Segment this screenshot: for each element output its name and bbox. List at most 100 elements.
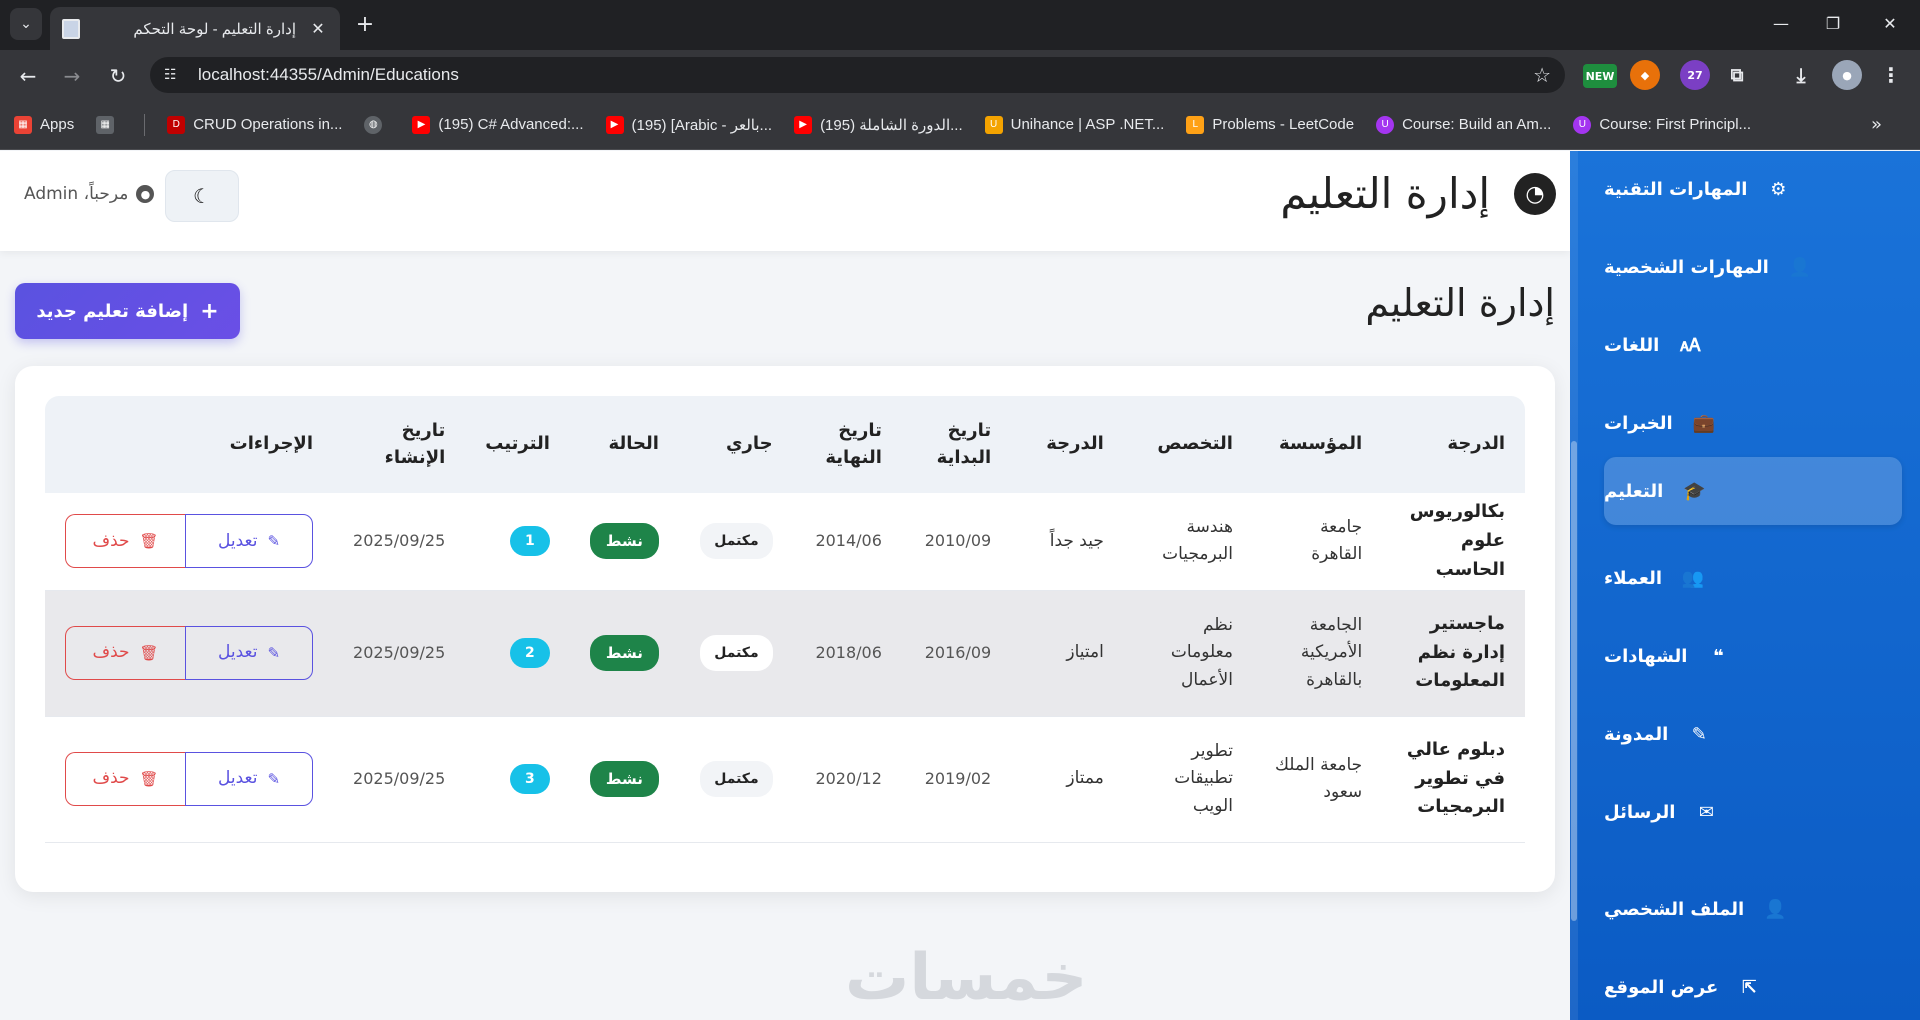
column-header: الترتيب — [465, 396, 570, 493]
page-title: إدارة التعليم — [1365, 281, 1555, 325]
moon-icon: ☾ — [193, 184, 211, 208]
forward-button[interactable]: → — [58, 62, 86, 90]
row-actions: ✎ تعديل 🗑 حذف — [65, 514, 313, 569]
cell-created-date: 2025/09/25 — [333, 590, 466, 717]
edit-button[interactable]: ✎ تعديل — [185, 752, 313, 806]
minimize-button[interactable]: — — [1766, 10, 1796, 38]
restore-button[interactable]: ❐ — [1818, 10, 1848, 38]
theme-toggle-button[interactable]: ☾ — [165, 170, 239, 222]
cell-ongoing: مكتمل — [678, 493, 793, 591]
address-bar[interactable]: ☷ localhost:44355/Admin/Educations ☆ — [150, 57, 1565, 93]
bookmark-yt-2[interactable]: ▶ (195) [Arabic - بالعر... — [605, 115, 772, 134]
bookmark-star-icon[interactable]: ☆ — [1533, 63, 1551, 87]
gears-icon: ⚙ — [1770, 178, 1787, 200]
browser-menu-icon[interactable]: ⋮ — [1876, 60, 1906, 90]
new-tab-button[interactable]: + — [352, 12, 378, 38]
ongoing-badge: مكتمل — [700, 760, 773, 798]
column-header: تاريخ النهاية — [792, 396, 902, 493]
cell-order: 3 — [465, 716, 570, 843]
bookmark-leetcode[interactable]: L Problems - LeetCode — [1186, 115, 1354, 134]
cell-created-date: 2025/09/25 — [333, 493, 466, 591]
sidebar-item-languages[interactable]: 🗚 اللغات — [1604, 311, 1902, 379]
edit-icon: ✎ — [267, 644, 281, 662]
edit-icon: ✎ — [267, 770, 281, 788]
bookmarks-separator — [144, 113, 146, 136]
sidebar-item-profile[interactable]: 👤 الملف الشخصي — [1604, 875, 1902, 943]
delete-label: حذف — [92, 530, 130, 551]
sidebar-item-soft-skills[interactable]: 👤 المهارات الشخصية — [1604, 233, 1902, 301]
add-education-label: إضافة تعليم جديد — [36, 300, 189, 322]
cell-actions: ✎ تعديل 🗑 حذف — [45, 716, 333, 843]
table-row: دبلوم عالي في تطوير البرمجيات جامعة المل… — [45, 716, 1525, 843]
udemy-icon: U — [1376, 115, 1395, 134]
browser-tab-active[interactable]: إدارة التعليم - لوحة التحكم ✕ — [50, 7, 340, 50]
external-link-icon: ⇱ — [1741, 976, 1757, 998]
bookmark-course-2[interactable]: U Course: First Principl... — [1573, 115, 1752, 134]
add-education-button[interactable]: + إضافة تعليم جديد — [15, 283, 240, 339]
site-info-icon[interactable]: ☷ — [164, 67, 186, 83]
sidebar-item-experience[interactable]: 💼 الخبرات — [1604, 389, 1902, 457]
url-text[interactable]: localhost:44355/Admin/Educations — [198, 65, 1533, 85]
sidebar-item-testimonials[interactable]: ❝ الشهادات — [1604, 622, 1902, 690]
cell-degree: دبلوم عالي في تطوير البرمجيات — [1382, 716, 1525, 843]
bookmark-yt-1[interactable]: ▶ (195) C# Advanced:... — [412, 115, 584, 134]
bookmark-label: Apps — [40, 116, 75, 133]
sidebar-item-education[interactable]: 🎓 التعليم — [1604, 457, 1902, 525]
sidebar-item-clients[interactable]: 👥 العملاء — [1604, 544, 1902, 612]
bookmark-unihance[interactable]: U Unihance | ASP .NET... — [984, 115, 1165, 134]
delete-button[interactable]: 🗑 حذف — [65, 752, 185, 806]
profile-avatar[interactable]: ● — [1832, 60, 1862, 90]
sidebar-item-blog[interactable]: ✎ المدونة — [1604, 700, 1902, 768]
tab-close-icon[interactable]: ✕ — [308, 19, 328, 38]
bookmarks-overflow-icon[interactable]: » — [1871, 114, 1882, 135]
briefcase-icon: 💼 — [1692, 412, 1715, 434]
bookmark-yt-3[interactable]: ▶ (195) الدورة الشاملة... — [794, 115, 963, 134]
extension-badge-icon[interactable]: 27 — [1680, 60, 1710, 90]
delete-button[interactable]: 🗑 حذف — [65, 514, 185, 569]
sidebar-item-label: الشهادات — [1604, 645, 1688, 667]
sidebar-item-label: المهارات التقنية — [1604, 178, 1748, 200]
admin-page: ◔ إدارة التعليم ☾ ● مرحباً، Admin إدارة … — [0, 151, 1920, 1020]
new-extension-icon[interactable]: NEW — [1583, 64, 1617, 88]
bookmark-course-1[interactable]: U Course: Build an Am... — [1376, 115, 1551, 134]
bookmark-label: CRUD Operations in... — [193, 116, 343, 133]
header-title: إدارة التعليم — [1280, 169, 1490, 218]
sidebar-item-label: الخبرات — [1604, 412, 1673, 434]
sidebar-scrollbar-thumb[interactable] — [1571, 441, 1577, 921]
bookmark-globe[interactable]: ◍ — [364, 115, 390, 134]
delete-button[interactable]: 🗑 حذف — [65, 626, 185, 680]
column-header: جاري — [678, 396, 793, 493]
sidebar-item-tech-skills[interactable]: ⚙ المهارات التقنية — [1604, 155, 1902, 223]
cell-grade: امتياز — [1011, 590, 1124, 717]
cell-institution: الجامعة الأمريكية بالقاهرة — [1252, 590, 1383, 717]
page-favicon-icon — [62, 18, 80, 39]
close-window-button[interactable]: ✕ — [1875, 10, 1905, 38]
educations-card: الدرجة المؤسسة التخصص الدرجة تاريخ البدا… — [15, 366, 1555, 892]
tab-search-button[interactable]: ⌄ — [10, 8, 42, 40]
column-header: الحالة — [569, 396, 679, 493]
bookmark-apps[interactable]: ▦ Apps — [14, 115, 75, 134]
sidebar-item-view-site[interactable]: ⇱ عرض الموقع — [1604, 953, 1902, 1020]
extensions-puzzle-icon[interactable]: ⧉ — [1722, 60, 1752, 90]
welcome-text: مرحباً، Admin — [24, 184, 129, 204]
edit-button[interactable]: ✎ تعديل — [185, 626, 313, 680]
bookmark-label: Unihance | ASP .NET... — [1010, 116, 1165, 133]
sidebar-scrollbar[interactable] — [1570, 151, 1578, 1020]
back-button[interactable]: ← — [14, 62, 42, 90]
sidebar-item-messages[interactable]: ✉ الرسائل — [1604, 778, 1902, 846]
sidebar-item-label: الملف الشخصي — [1604, 898, 1745, 920]
user-gear-icon: 👤 — [1764, 898, 1787, 920]
edit-button[interactable]: ✎ تعديل — [185, 514, 313, 569]
downloads-icon[interactable]: ⤓ — [1786, 60, 1816, 90]
graduation-cap-icon: 🎓 — [1683, 480, 1706, 502]
cell-degree: ماجستير إدارة نظم المعلومات — [1382, 590, 1525, 717]
bookmark-grid[interactable]: ▦ — [96, 115, 122, 134]
bookmark-label: (195) C# Advanced:... — [438, 116, 584, 133]
new-badge: NEW — [1585, 69, 1615, 83]
extension-orange-icon[interactable]: ◆ — [1630, 60, 1660, 90]
cell-end-date: 2018/06 — [792, 590, 902, 717]
cell-end-date: 2014/06 — [792, 493, 902, 591]
reload-button[interactable]: ↻ — [104, 62, 132, 90]
bookmark-label: Course: First Principl... — [1599, 116, 1752, 133]
bookmark-crud[interactable]: D CRUD Operations in... — [167, 115, 343, 134]
